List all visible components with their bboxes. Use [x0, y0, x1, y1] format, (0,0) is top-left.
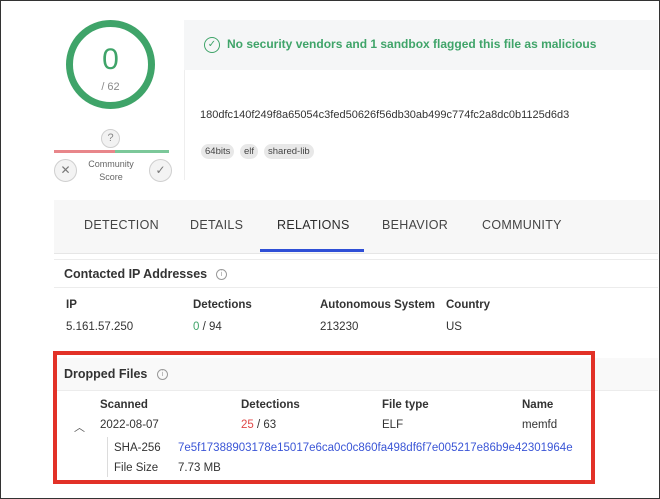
column-header: Country: [446, 299, 491, 311]
column-header: Autonomous System: [320, 299, 436, 311]
tab-relations[interactable]: RELATIONS: [277, 218, 350, 232]
file-tag[interactable]: 64bits: [201, 144, 235, 159]
country: US: [446, 321, 462, 333]
file-tag[interactable]: shared-lib: [264, 144, 314, 159]
tab-community[interactable]: COMMUNITY: [482, 218, 562, 232]
section-divider: [54, 259, 658, 260]
ip-address[interactable]: 5.161.57.250: [66, 321, 133, 333]
vote-malicious-button[interactable]: ✕: [54, 159, 77, 182]
tab-detection[interactable]: DETECTION: [84, 218, 159, 232]
tab-details[interactable]: DETAILS: [190, 218, 243, 232]
vote-harmless-button[interactable]: ✓: [149, 159, 172, 182]
file-hash[interactable]: 180dfc140f249f8a65054c3fed50626f56db30ab…: [200, 109, 569, 121]
tab-behavior[interactable]: BEHAVIOR: [382, 218, 448, 232]
community-score-bar-positive: [115, 150, 169, 153]
file-info-panel: [184, 70, 659, 180]
highlight-box: [53, 351, 595, 484]
verdict-message: No security vendors and 1 sandbox flagge…: [227, 37, 597, 51]
ip-detection-total: / 94: [199, 321, 222, 333]
column-header: IP: [66, 299, 77, 311]
community-score-label: Community Score: [88, 159, 134, 182]
active-tab-indicator: [260, 249, 364, 252]
community-score-value: ?: [101, 129, 120, 148]
info-icon[interactable]: i: [216, 269, 227, 280]
column-header: Detections: [193, 299, 252, 311]
detection-score-ring: 0 / 62: [66, 20, 155, 109]
ip-detections: 0 / 94: [193, 321, 222, 333]
community-score-bar-negative: [54, 150, 115, 153]
autonomous-system[interactable]: 213230: [320, 321, 358, 333]
section-title-contacted-ips: Contacted IP Addresses: [64, 267, 208, 281]
file-tag[interactable]: elf: [240, 144, 259, 159]
detection-count: 0: [102, 43, 119, 76]
section-divider: [54, 287, 658, 288]
detection-total: / 62: [101, 81, 120, 93]
check-circle-icon: ✓: [204, 37, 220, 53]
verdict-banner: ✓ No security vendors and 1 sandbox flag…: [184, 20, 658, 70]
